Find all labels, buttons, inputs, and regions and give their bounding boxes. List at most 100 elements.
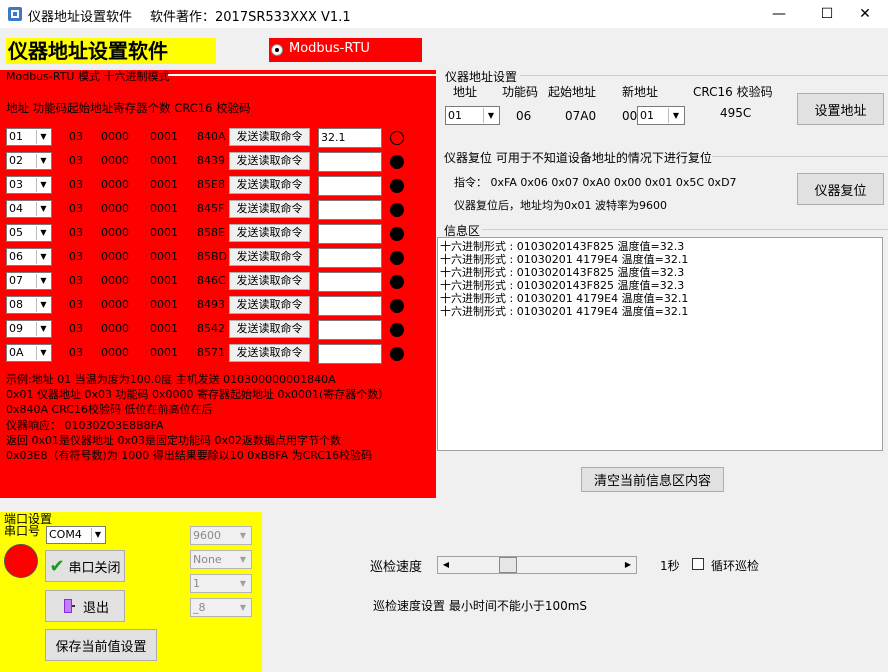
row-start-address: 0000 (101, 130, 129, 143)
command-row: 01 ▼ 03 0000 0001 840A 发送读取命令 32.1 (0, 126, 436, 148)
close-button[interactable]: ✕ (842, 0, 888, 28)
command-row: 04 ▼ 03 0000 0001 845F 发送读取命令 (0, 198, 436, 220)
crc-value: 495C (720, 106, 752, 120)
row-value-field[interactable] (318, 296, 382, 316)
window-version: 软件著作：2017SR533XXX V1.1 (150, 10, 351, 25)
row-address-select[interactable]: 08 ▼ (6, 296, 52, 314)
send-read-command-button[interactable]: 发送读取命令 (229, 320, 310, 338)
port-label: 串口号 (4, 524, 41, 538)
port-select[interactable]: COM4 ▼ (46, 526, 106, 544)
row-crc: 8493 (197, 298, 225, 311)
parity-select[interactable]: None ▼ (190, 550, 252, 569)
command-row: 03 ▼ 03 0000 0001 85E8 发送读取命令 (0, 174, 436, 196)
baud-rate-select[interactable]: 9600 ▼ (190, 526, 252, 545)
row-address-select[interactable]: 03 ▼ (6, 176, 52, 194)
row-crc: 85BD (197, 250, 228, 263)
row-func-code: 03 (69, 346, 83, 359)
send-read-command-button[interactable]: 发送读取命令 (229, 128, 310, 146)
row-address-select[interactable]: 07 ▼ (6, 272, 52, 290)
new-address-select[interactable]: 01 ▼ (637, 106, 685, 125)
slider-thumb[interactable] (499, 557, 518, 573)
row-address-select[interactable]: 05 ▼ (6, 224, 52, 242)
row-address-select[interactable]: 02 ▼ (6, 152, 52, 170)
row-status-led (390, 323, 404, 337)
row-value-field[interactable]: 32.1 (318, 128, 382, 148)
save-settings-button[interactable]: 保存当前值设置 (45, 629, 157, 661)
info-lines: 十六进制形式 : 0103020143F825 温度值=32.3 十六进制形式 … (440, 240, 688, 318)
send-read-command-button[interactable]: 发送读取命令 (229, 272, 310, 290)
patrol-speed-label: 巡检速度 (370, 560, 423, 575)
row-value-field[interactable] (318, 248, 382, 268)
send-read-command-button[interactable]: 发送读取命令 (229, 248, 310, 266)
device-reset-button[interactable]: 仪器复位 (797, 173, 884, 205)
clear-info-button[interactable]: 清空当前信息区内容 (581, 467, 724, 492)
command-row: 09 ▼ 03 0000 0001 8542 发送读取命令 (0, 318, 436, 340)
row-register-count: 0001 (150, 202, 178, 215)
row-address-select[interactable]: 01 ▼ (6, 128, 52, 146)
patrol-speed-slider[interactable]: ◀ ▶ (437, 556, 637, 574)
loop-patrol-checkbox[interactable] (692, 558, 704, 570)
close-port-button[interactable]: ✔ 串口关闭 (45, 550, 125, 582)
slider-left-arrow-icon[interactable]: ◀ (438, 557, 454, 573)
row-func-code: 03 (69, 154, 83, 167)
row-address-select[interactable]: 06 ▼ (6, 248, 52, 266)
chevron-down-icon: ▼ (36, 250, 50, 264)
send-read-command-button[interactable]: 发送读取命令 (229, 296, 310, 314)
send-read-command-button[interactable]: 发送读取命令 (229, 200, 310, 218)
parity-value: None (193, 553, 222, 566)
close-port-label: 串口关闭 (68, 560, 121, 576)
stop-bits-select[interactable]: 1 ▼ (190, 574, 252, 593)
column-header: 地址 功能码起始地址寄存器个数 CRC16 校验码 (6, 101, 251, 115)
row-status-led (390, 275, 404, 289)
slider-right-arrow-icon[interactable]: ▶ (620, 557, 636, 573)
row-status-led (390, 347, 404, 361)
group-divider (482, 229, 888, 230)
stop-bits-value: 1 (193, 577, 200, 590)
example-notes: 示例:地址 01 当温为度为100.0度 主机发送 01030000000184… (6, 372, 434, 463)
info-log[interactable]: 十六进制形式 : 0103020143F825 温度值=32.3 十六进制形式 … (437, 237, 883, 451)
legend-divider (168, 74, 436, 76)
log-line: 十六进制形式 : 0103020143F825 温度值=32.3 (440, 279, 685, 292)
send-read-command-button[interactable]: 发送读取命令 (229, 224, 310, 242)
row-register-count: 0001 (150, 250, 178, 263)
reset-group-label: 仪器复位 可用于不知道设备地址的情况下进行复位 (444, 151, 712, 165)
note-line: 返回 0x01是仪器地址 0x03是固定功能码 0x02返数据点用字节个数 (6, 433, 342, 447)
row-value-field[interactable] (318, 224, 382, 244)
send-read-command-button[interactable]: 发送读取命令 (229, 344, 310, 362)
row-value-field[interactable] (318, 320, 382, 340)
row-register-count: 0001 (150, 274, 178, 287)
current-address-select[interactable]: 01 ▼ (445, 106, 500, 125)
row-func-code: 03 (69, 250, 83, 263)
row-value-field[interactable] (318, 272, 382, 292)
exit-button[interactable]: 退出 (45, 590, 125, 622)
row-crc: 8571 (197, 346, 225, 359)
baud-value: 9600 (193, 529, 221, 542)
data-bits-select[interactable]: _8 ▼ (190, 598, 252, 617)
chevron-down-icon: ▼ (36, 274, 50, 288)
log-line: 十六进制形式 : 0103020143F825 温度值=32.3 (440, 240, 685, 253)
modbus-rtu-radio[interactable]: Modbus-RTU (269, 38, 422, 62)
row-crc: 845F (197, 202, 225, 215)
row-address-select[interactable]: 04 ▼ (6, 200, 52, 218)
minimize-button[interactable]: — (756, 0, 802, 28)
row-address-select[interactable]: 09 ▼ (6, 320, 52, 338)
row-status-led (390, 131, 404, 145)
radio-selected-icon (271, 44, 283, 56)
set-address-button[interactable]: 设置地址 (797, 93, 884, 125)
command-row: 05 ▼ 03 0000 0001 858E 发送读取命令 (0, 222, 436, 244)
chevron-down-icon: ▼ (36, 154, 50, 168)
chevron-down-icon: ▼ (36, 346, 50, 360)
row-value-field[interactable] (318, 176, 382, 196)
row-value-field[interactable] (318, 200, 382, 220)
send-read-command-button[interactable]: 发送读取命令 (229, 176, 310, 194)
row-crc: 840A (197, 130, 226, 143)
row-address-value: 0A (9, 346, 24, 359)
window-title: 仪器地址设置软件 (28, 10, 133, 25)
row-value-field[interactable] (318, 344, 382, 364)
send-read-command-button[interactable]: 发送读取命令 (229, 152, 310, 170)
row-address-select[interactable]: 0A ▼ (6, 344, 52, 362)
data-bits-value: _8 (193, 601, 206, 614)
row-start-address: 0000 (101, 202, 129, 215)
row-value-field[interactable] (318, 152, 382, 172)
row-func-code: 03 (69, 202, 83, 215)
